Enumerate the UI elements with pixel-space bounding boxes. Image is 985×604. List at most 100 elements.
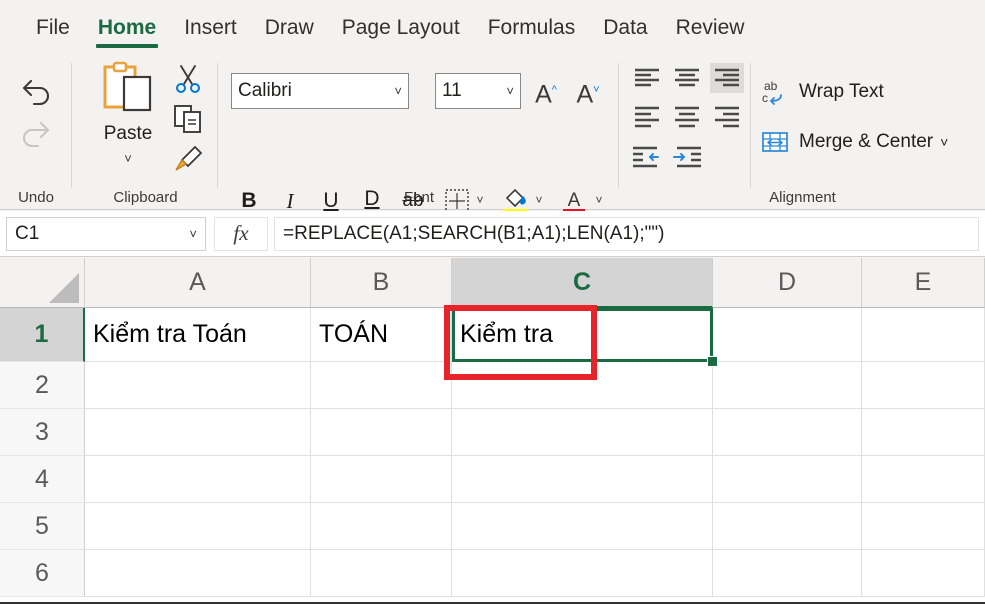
shrink-font-button[interactable]: A˅ <box>571 73 605 109</box>
ribbon-tab-draw[interactable]: Draw <box>251 0 328 55</box>
format-painter-icon[interactable] <box>171 143 205 175</box>
cell-C5[interactable] <box>452 503 713 550</box>
cell-D3[interactable] <box>713 409 862 456</box>
increase-indent-button[interactable] <box>670 143 704 173</box>
row-header-3[interactable]: 3 <box>0 409 85 456</box>
row-header-2[interactable]: 2 <box>0 362 85 409</box>
column-header-C[interactable]: C <box>452 258 713 308</box>
merge-center-button[interactable]: Merge & Center ˅ <box>760 123 948 161</box>
cell-A5[interactable] <box>85 503 311 550</box>
column-header-label: D <box>778 268 796 297</box>
align-top-center-button[interactable] <box>670 63 704 93</box>
row-header-label: 1 <box>35 320 49 349</box>
wrap-text-icon: ab c <box>760 77 790 107</box>
cell-B2[interactable] <box>311 362 452 409</box>
row-header-6[interactable]: 6 <box>0 550 85 597</box>
name-box-value: C1 <box>15 223 39 245</box>
decrease-indent-button[interactable] <box>630 143 664 173</box>
row-header-label: 2 <box>35 371 49 400</box>
cell-C1[interactable]: Kiểm tra <box>452 308 713 362</box>
align-top-left-button[interactable] <box>630 63 664 93</box>
merge-center-label: Merge & Center <box>799 131 933 153</box>
svg-text:c: c <box>762 91 768 105</box>
copy-icon[interactable] <box>171 103 205 135</box>
cell-E3[interactable] <box>862 409 985 456</box>
chevron-down-icon[interactable]: ˅ <box>940 134 948 150</box>
cell-D2[interactable] <box>713 362 862 409</box>
cell-C6[interactable] <box>452 550 713 597</box>
cell-A6[interactable] <box>85 550 311 597</box>
insert-function-button[interactable]: fx <box>214 217 268 251</box>
cell-E1[interactable] <box>862 308 985 362</box>
column-header-E[interactable]: E <box>862 258 985 308</box>
paste-label: Paste <box>91 123 165 145</box>
ribbon-tab-data[interactable]: Data <box>589 0 661 55</box>
group-divider <box>71 63 72 188</box>
cell-B6[interactable] <box>311 550 452 597</box>
ribbon-tab-insert[interactable]: Insert <box>170 0 251 55</box>
ribbon-tab-page-layout[interactable]: Page Layout <box>328 0 474 55</box>
cell-D4[interactable] <box>713 456 862 503</box>
ribbon-tab-review[interactable]: Review <box>662 0 759 55</box>
row-header-5[interactable]: 5 <box>0 503 85 550</box>
ribbon-tab-file[interactable]: File <box>22 0 84 55</box>
chevron-down-icon[interactable]: ˅ <box>506 84 514 99</box>
cell-E5[interactable] <box>862 503 985 550</box>
font-name-input[interactable]: Calibri ˅ <box>231 73 409 109</box>
ribbon: Undo Paste ˅ <box>0 55 985 210</box>
cell-A2[interactable] <box>85 362 311 409</box>
grow-font-button[interactable]: A^ <box>529 73 563 109</box>
font-size-input[interactable]: 11 ˅ <box>435 73 521 109</box>
cell-C2[interactable] <box>452 362 713 409</box>
cell-E2[interactable] <box>862 362 985 409</box>
row-header-4[interactable]: 4 <box>0 456 85 503</box>
align-left-button[interactable] <box>630 103 664 133</box>
cell-B5[interactable] <box>311 503 452 550</box>
cell-E4[interactable] <box>862 456 985 503</box>
shrink-font-label: A <box>576 80 593 108</box>
wrap-text-button[interactable]: ab c Wrap Text <box>760 73 884 111</box>
chevron-down-icon[interactable]: ˅ <box>189 226 197 241</box>
ribbon-tab-formulas[interactable]: Formulas <box>474 0 590 55</box>
cell-B4[interactable] <box>311 456 452 503</box>
cell-A1[interactable]: Kiểm tra Toán <box>85 308 311 362</box>
fill-handle[interactable] <box>707 356 718 367</box>
select-all-triangle-icon <box>49 273 79 303</box>
formula-input[interactable]: =REPLACE(A1;SEARCH(B1;A1);LEN(A1);"") <box>274 217 979 251</box>
cell-B3[interactable] <box>311 409 452 456</box>
row-header-label: 3 <box>35 418 49 447</box>
cell-D6[interactable] <box>713 550 862 597</box>
group-divider <box>750 63 751 188</box>
column-header-B[interactable]: B <box>311 258 452 308</box>
align-top-right-button[interactable] <box>710 63 744 93</box>
select-all-corner[interactable] <box>0 258 85 308</box>
cell-A3[interactable] <box>85 409 311 456</box>
cell-A4[interactable] <box>85 456 311 503</box>
cell-B1[interactable]: TOÁN <box>311 308 452 362</box>
ribbon-tab-bar: File Home InsertDrawPage LayoutFormulasDat… <box>0 0 985 55</box>
row-header-1[interactable]: 1 <box>0 308 85 362</box>
ribbon-tab-label: Home <box>98 16 156 40</box>
chevron-down-icon[interactable]: ˅ <box>91 151 165 166</box>
chevron-down-icon[interactable]: ˅ <box>394 84 402 99</box>
ribbon-group-font: Calibri ˅ 11 ˅ A^ A˅ B I U D ab <box>219 55 619 210</box>
paste-button[interactable]: Paste ˅ <box>91 61 165 186</box>
column-header-A[interactable]: A <box>85 258 311 308</box>
cell-D5[interactable] <box>713 503 862 550</box>
cell-C3[interactable] <box>452 409 713 456</box>
undo-icon[interactable] <box>18 75 54 105</box>
group-label-font: Font <box>219 189 619 206</box>
cell-E6[interactable] <box>862 550 985 597</box>
ribbon-tab-home[interactable]: Home <box>84 0 170 55</box>
column-header-D[interactable]: D <box>713 258 862 308</box>
ribbon-group-undo: Undo <box>0 55 72 210</box>
cell-C4[interactable] <box>452 456 713 503</box>
group-divider <box>618 63 619 188</box>
caret-down-icon: ˅ <box>593 84 599 96</box>
align-center-button[interactable] <box>670 103 704 133</box>
cut-icon[interactable] <box>171 63 205 95</box>
cell-D1[interactable] <box>713 308 862 362</box>
align-right-button[interactable] <box>710 103 744 133</box>
name-box[interactable]: C1 ˅ <box>6 217 206 251</box>
grow-font-label: A <box>535 80 552 108</box>
